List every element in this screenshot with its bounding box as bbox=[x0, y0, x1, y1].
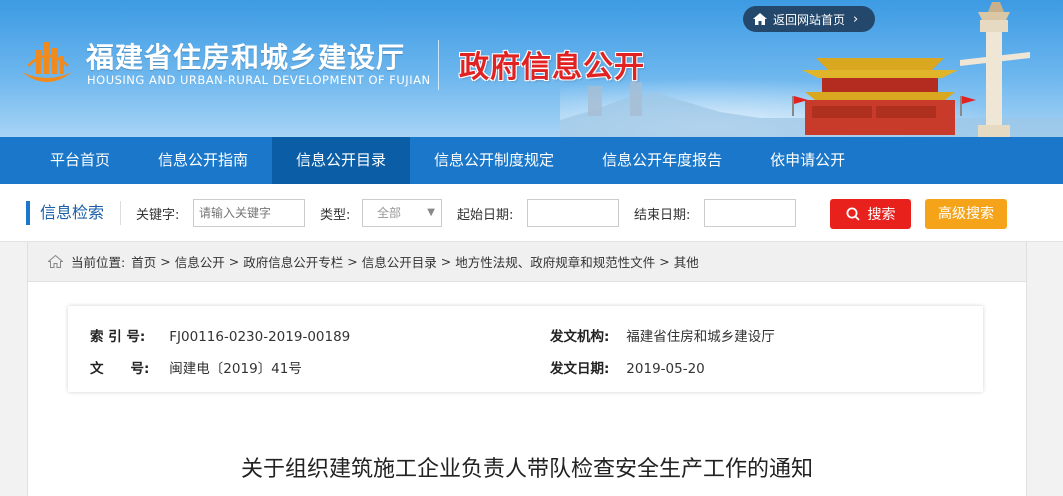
main-nav: 平台首页 信息公开指南 信息公开目录 信息公开制度规定 信息公开年度报告 依申请… bbox=[0, 137, 1063, 184]
breadcrumb-separator: > bbox=[440, 254, 452, 269]
meta-index-value: FJ00116-0230-2019-00189 bbox=[169, 329, 351, 345]
search-section-title: 信息检索 bbox=[26, 201, 104, 225]
site-header: 福建省住房和城乡建设厅 HOUSING AND URBAN-RURAL DEVE… bbox=[0, 0, 1063, 137]
advanced-search-button[interactable]: 高级搜索 bbox=[925, 199, 1007, 229]
department-logo-icon bbox=[22, 42, 72, 82]
search-bar: 信息检索 关键字: 类型: 全部 ▼ 起始日期: 结束日期: 搜索 高级搜索 bbox=[0, 184, 1063, 242]
document-title: 关于组织建筑施工企业负责人带队检查安全生产工作的通知 bbox=[240, 457, 813, 482]
document-meta-card: 索 引 号: FJ00116-0230-2019-00189 发文机构: 福建省… bbox=[68, 306, 983, 392]
meta-index-label: 索 引 号: bbox=[90, 329, 146, 345]
breadcrumb-item-catalog[interactable]: 信息公开目录 bbox=[362, 252, 437, 271]
start-date-input[interactable] bbox=[527, 199, 619, 227]
breadcrumb-item-other[interactable]: 其他 bbox=[674, 252, 699, 271]
breadcrumb-separator: > bbox=[228, 254, 240, 269]
nav-item-annual-report[interactable]: 信息公开年度报告 bbox=[578, 137, 746, 184]
breadcrumb-separator: > bbox=[347, 254, 358, 269]
site-name-english: HOUSING AND URBAN-RURAL DEVELOPMENT OF F… bbox=[87, 73, 431, 87]
nav-item-regulations[interactable]: 信息公开制度规定 bbox=[410, 137, 578, 184]
meta-date: 发文日期: 2019-05-20 bbox=[550, 357, 705, 377]
type-label: 类型: bbox=[320, 208, 351, 223]
type-select[interactable]: 全部 ▼ bbox=[362, 199, 442, 227]
nav-item-request-disclosure[interactable]: 依申请公开 bbox=[746, 137, 869, 184]
breadcrumb-item-info-disclosure[interactable]: 信息公开 bbox=[175, 252, 225, 271]
breadcrumb-item-regulations[interactable]: 地方性法规、政府规章和规范性文件 bbox=[455, 252, 655, 271]
nav-item-catalog[interactable]: 信息公开目录 bbox=[272, 137, 411, 184]
meta-issuer-value: 福建省住房和城乡建设厅 bbox=[626, 329, 775, 345]
meta-issuer-label: 发文机构: bbox=[550, 329, 610, 345]
nav-item-guide[interactable]: 信息公开指南 bbox=[138, 137, 272, 184]
start-date-label: 起始日期: bbox=[457, 208, 514, 223]
dropdown-caret-icon: ▼ bbox=[427, 207, 435, 218]
meta-docno-label: 文 号: bbox=[90, 361, 150, 377]
meta-index: 索 引 号: FJ00116-0230-2019-00189 bbox=[90, 325, 350, 345]
meta-docno-value: 闽建电〔2019〕41号 bbox=[169, 361, 302, 377]
search-divider bbox=[120, 201, 121, 225]
meta-date-label: 发文日期: bbox=[550, 361, 610, 377]
end-date-label: 结束日期: bbox=[634, 208, 691, 223]
site-name: 福建省住房和城乡建设厅 bbox=[86, 41, 406, 74]
breadcrumb-separator: > bbox=[160, 254, 171, 269]
search-icon bbox=[846, 207, 860, 221]
meta-date-value: 2019-05-20 bbox=[626, 361, 705, 377]
section-title: 政府信息公开 bbox=[459, 50, 645, 85]
meta-issuer: 发文机构: 福建省住房和城乡建设厅 bbox=[550, 325, 775, 345]
header-divider bbox=[438, 40, 439, 90]
breadcrumb-item-home[interactable]: 首页 bbox=[131, 252, 156, 271]
keyword-input[interactable] bbox=[193, 199, 305, 227]
breadcrumb: 当前位置: 首页 > 信息公开 > 政府信息公开专栏 > 信息公开目录 > 地方… bbox=[28, 242, 1026, 282]
nav-item-home[interactable]: 平台首页 bbox=[0, 137, 138, 184]
breadcrumb-separator: > bbox=[659, 254, 670, 269]
search-button-label: 搜索 bbox=[867, 207, 896, 223]
breadcrumb-prefix: 当前位置: bbox=[71, 255, 126, 270]
home-icon bbox=[753, 13, 767, 25]
back-to-homepage-label: 返回网站首页 bbox=[773, 12, 846, 27]
type-selected-value: 全部 bbox=[377, 206, 402, 220]
chevron-right-icon: › bbox=[853, 11, 859, 27]
meta-docno: 文 号: 闽建电〔2019〕41号 bbox=[90, 357, 302, 377]
back-to-homepage-button[interactable]: 返回网站首页 › bbox=[743, 6, 875, 32]
search-button[interactable]: 搜索 bbox=[830, 199, 911, 229]
home-icon bbox=[48, 255, 63, 268]
keyword-label: 关键字: bbox=[136, 208, 180, 223]
end-date-input[interactable] bbox=[704, 199, 796, 227]
breadcrumb-item-disclosure-column[interactable]: 政府信息公开专栏 bbox=[243, 252, 343, 271]
content-area: 当前位置: 首页 > 信息公开 > 政府信息公开专栏 > 信息公开目录 > 地方… bbox=[27, 242, 1027, 496]
